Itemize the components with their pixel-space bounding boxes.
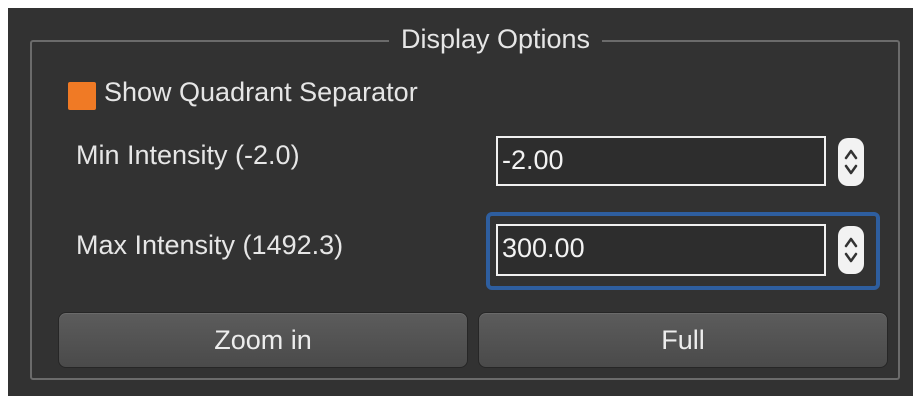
max-intensity-stepper[interactable] — [838, 226, 864, 274]
max-intensity-label: Max Intensity (1492.3) — [76, 230, 344, 260]
up-down-arrows-icon — [844, 237, 858, 263]
min-intensity-input[interactable]: -2.00 — [496, 136, 826, 186]
max-intensity-input[interactable]: 300.00 — [496, 224, 826, 276]
show-quadrant-separator-checkbox[interactable] — [68, 82, 96, 110]
up-down-arrows-icon — [844, 149, 858, 175]
full-button[interactable]: Full — [478, 312, 888, 368]
zoom-in-button[interactable]: Zoom in — [58, 312, 468, 368]
show-quadrant-separator-label[interactable]: Show Quadrant Separator — [104, 77, 418, 108]
min-intensity-label: Min Intensity (-2.0) — [76, 140, 300, 170]
min-intensity-stepper[interactable] — [838, 138, 864, 186]
